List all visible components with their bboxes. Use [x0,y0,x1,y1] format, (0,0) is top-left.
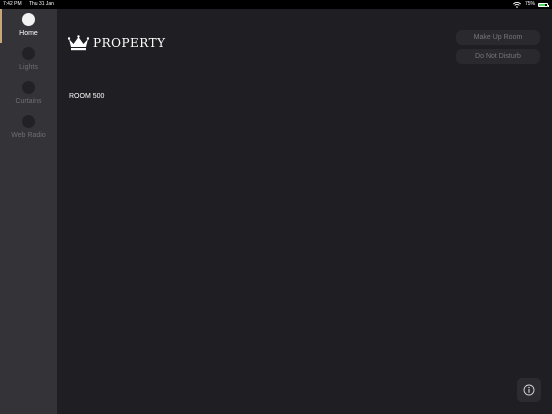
sidebar-item-label: Lights [19,64,38,71]
crown-icon [68,35,89,51]
status-bar: 7:42 PM Thu 31 Jan 75% [0,0,552,9]
battery-level-fill [539,3,545,6]
status-date: Thu 31 Jan [28,1,54,7]
info-button[interactable] [517,378,541,402]
status-time: 7:42 PM [3,1,22,7]
brand-name: PROPERTY [93,36,166,50]
battery-tip [548,4,549,7]
app-screen: 7:42 PM Thu 31 Jan 75% Home Lights Curta… [0,0,552,414]
info-icon [523,384,535,396]
sidebar-item-lights[interactable]: Lights [0,43,57,77]
brand-header: PROPERTY [68,35,166,51]
sidebar-nav: Home Lights Curtains Web Radio [0,9,57,414]
battery-icon [538,2,549,7]
lights-icon [22,47,35,60]
sidebar-item-web-radio[interactable]: Web Radio [0,111,57,145]
sidebar-item-label: Web Radio [11,132,46,139]
web-radio-icon [22,115,35,128]
make-up-room-button[interactable]: Make Up Room [456,30,540,45]
sidebar-item-label: Home [19,30,38,37]
sidebar-item-label: Curtains [15,98,42,105]
do-not-disturb-button[interactable]: Do Not Disturb [456,49,540,64]
battery-percentage: 75% [524,1,535,7]
home-icon [22,13,35,26]
curtains-icon [22,81,35,94]
sidebar-item-curtains[interactable]: Curtains [0,77,57,111]
sidebar-item-home[interactable]: Home [0,9,57,43]
status-left: 7:42 PM Thu 31 Jan [3,0,60,9]
wifi-icon [512,1,521,8]
room-label: ROOM 500 [69,93,105,100]
status-right: 75% [512,0,549,9]
